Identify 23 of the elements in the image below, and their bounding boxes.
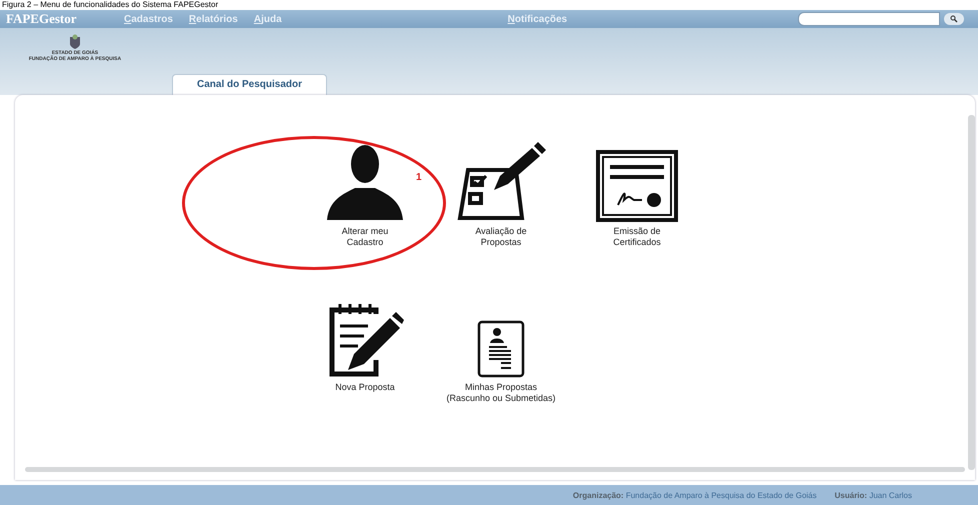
app-logo: FAPEGestor: [6, 11, 78, 27]
person-icon: [325, 142, 405, 222]
status-value: Juan Carlos: [869, 490, 912, 500]
menu-option-label[interactable]: Nova Proposta: [335, 382, 395, 393]
figure-caption: Figura 2 – Menu de funcionalidades do Sistema FAPEGestor: [2, 0, 218, 10]
search-button[interactable]: [944, 13, 964, 25]
tab[interactable]: Canal do Pesquisador: [172, 74, 328, 95]
menu-option-label[interactable]: Avaliação de Propostas: [475, 226, 527, 248]
checklist-icon: [456, 142, 546, 222]
coat-of-arms-icon: [68, 34, 82, 50]
search-icon: [950, 15, 958, 23]
status-label: Organização:: [572, 490, 624, 500]
annotation-number: 1: [416, 172, 422, 183]
menu-option-label[interactable]: Minhas Propostas (Rascunho ou Submetidas): [446, 382, 556, 404]
scrollbar[interactable]: [968, 115, 975, 470]
document-icon: [477, 320, 525, 378]
status-label: Usuário:: [834, 490, 868, 500]
certificate-icon: [596, 150, 678, 222]
menu-option-label[interactable]: Emissão de Certificados: [613, 226, 661, 248]
menu-option-label[interactable]: Alterar meu Cadastro: [342, 226, 388, 248]
status-value: Fundação de Amparo à Pesquisa do Estado de Goiás: [626, 490, 817, 500]
scrollbar[interactable]: [25, 467, 965, 472]
search-field[interactable]: [798, 12, 940, 26]
